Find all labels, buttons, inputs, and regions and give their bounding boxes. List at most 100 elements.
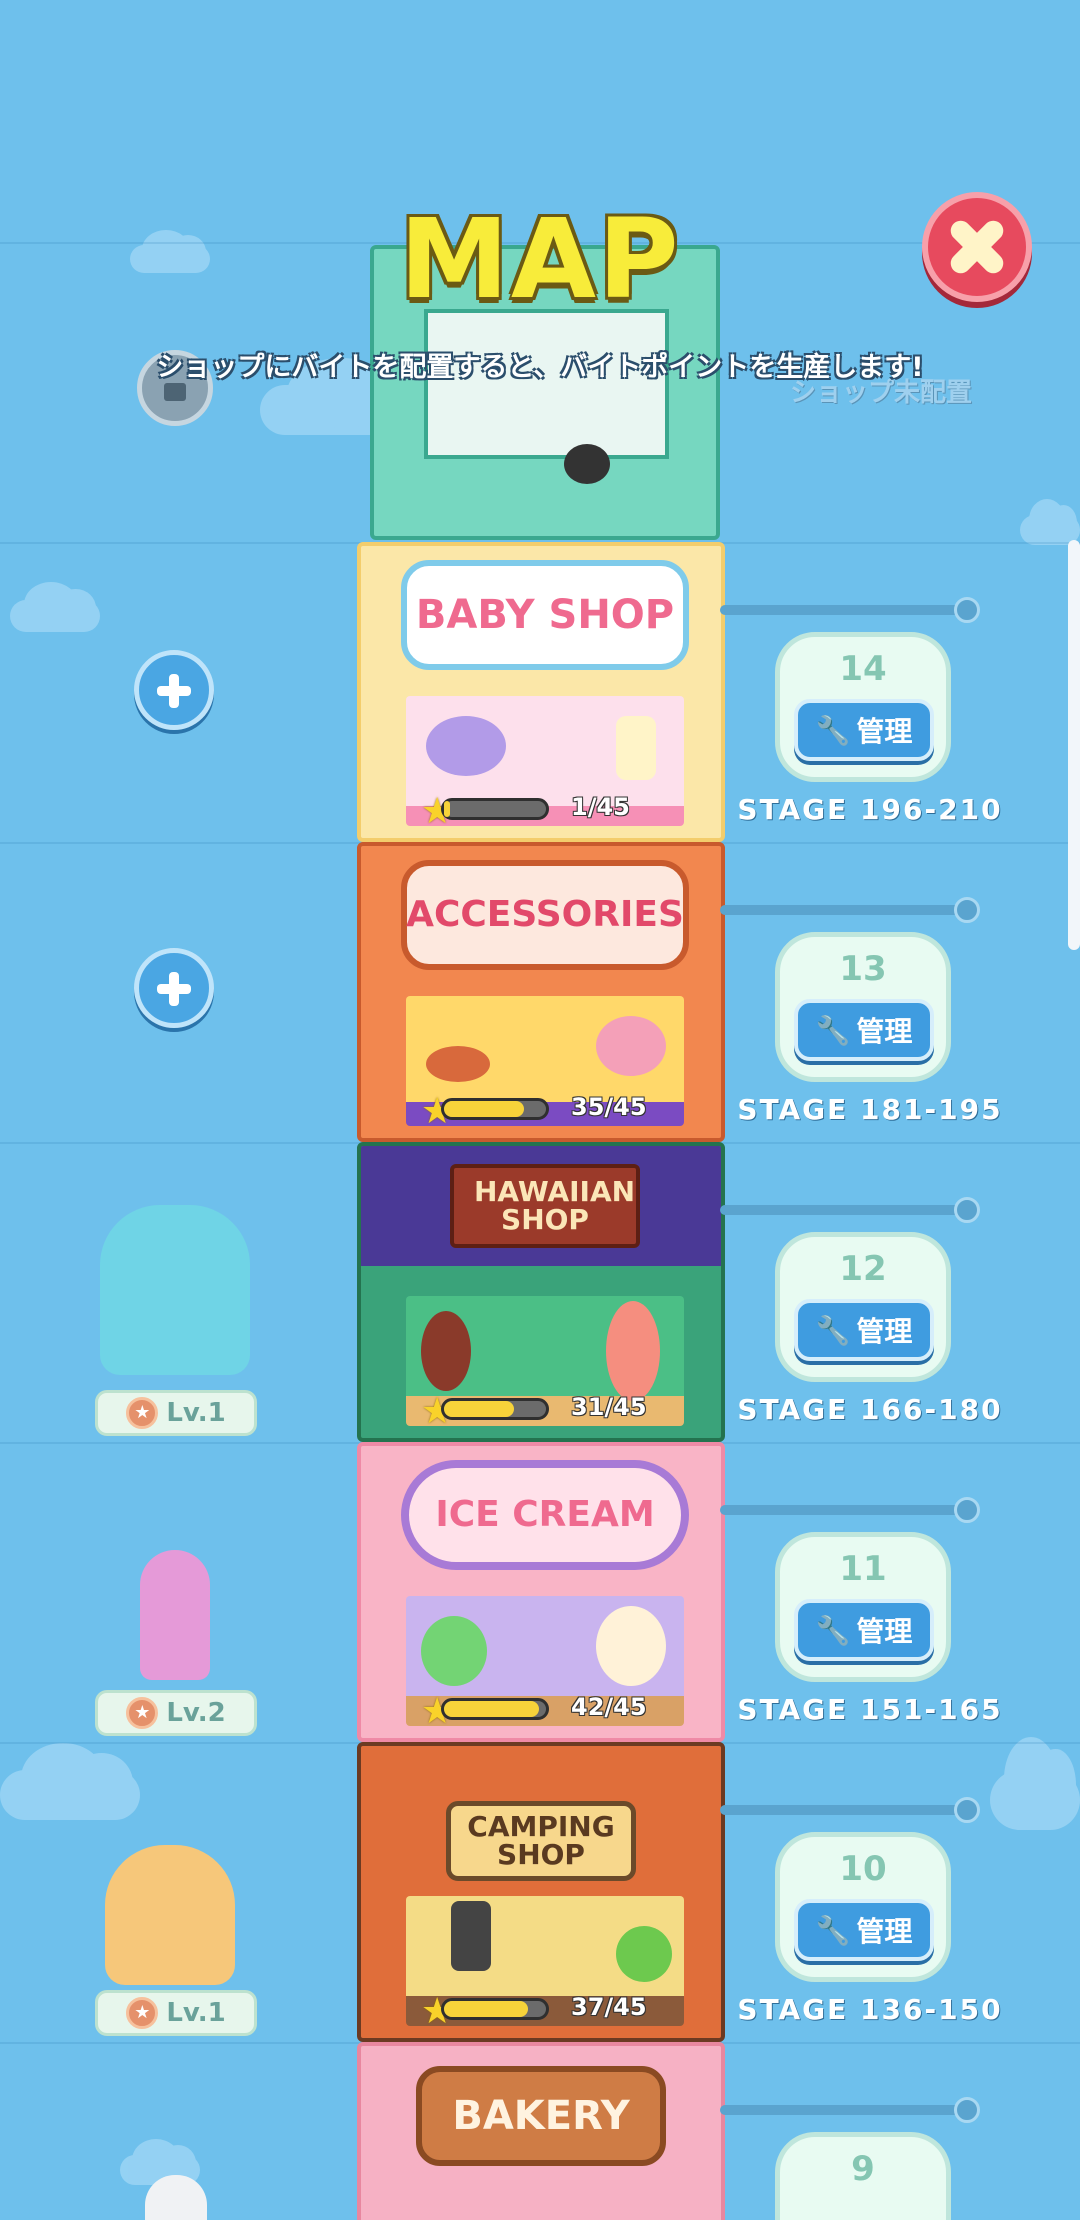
manage-sign: 11 🔧 管理 [775,1532,951,1682]
manage-button-label: 管理 [856,715,913,748]
sign-hanger-knob [954,897,980,923]
add-staff-button[interactable] [134,948,214,1028]
spider-icon [564,444,610,484]
manage-button-label: 管理 [856,1015,913,1048]
character-sulley[interactable] [100,1205,250,1375]
instruction-text: ショップにバイトを配置すると、バイトポイントを生産します! [156,352,924,383]
cloud-decoration [990,1737,1080,1830]
shop-sign: BAKERY [416,2066,666,2166]
cloud-decoration [10,582,100,632]
manage-button[interactable]: 🔧 管理 [794,699,934,761]
scrollbar[interactable] [1068,540,1080,950]
character-russell[interactable] [105,1845,235,1985]
shop-building-accessories[interactable]: ACCESSORIES ★ 35/45 [357,842,725,1142]
monster-ice-cream [421,1616,487,1686]
shop-sign-text: ACCESSORIES [406,894,684,935]
progress-bar [441,1698,549,1720]
manage-sign: 12 🔧 管理 [775,1232,951,1382]
shop-number: 11 [839,1549,887,1589]
manage-sign: 9 [775,2132,951,2220]
shop-sign-text: HAWAIIAN SHOP [450,1164,640,1248]
progress-fill [444,1701,539,1717]
progress-fill [444,1401,515,1417]
level-badge: ★ Lv.2 [95,1690,257,1736]
manage-sign: 14 🔧 管理 [775,632,951,782]
sign-hanger [720,905,970,915]
progress-fill [444,801,451,817]
shop-sign-text: CAMPING SHOP [467,1810,615,1871]
star-count: 31/45 [571,1393,647,1421]
shop-sign-text: ICE CREAM [435,1494,655,1535]
shop-building-ice-cream[interactable]: ICE CREAM ★ 42/45 [357,1442,725,1742]
stage-range: STAGE 166-180 [737,1393,1003,1426]
wrench-icon: 🔧 [815,713,851,747]
sign-hanger [720,605,970,615]
level-text: Lv.2 [166,1698,226,1728]
shop-sign: BABY SHOP [401,560,689,670]
lantern [451,1901,491,1971]
wrench-icon: 🔧 [815,1913,851,1947]
progress-bar [441,798,549,820]
sign-hanger [720,1805,970,1815]
soft-serve-cone [596,1606,666,1686]
wrench-icon: 🔧 [815,1313,851,1347]
sign-hanger-knob [954,597,980,623]
stage-range: STAGE 136-150 [737,1993,1003,2026]
cloud-decoration [0,1742,140,1820]
shop-building-baby[interactable]: BABY SHOP ★ 1/45 [357,542,725,842]
star-count: 35/45 [571,1093,647,1121]
manage-button-label: 管理 [856,1915,913,1948]
level-badge: ★ Lv.1 [95,1390,257,1436]
sign-hanger-knob [954,1197,980,1223]
sign-hanger-knob [954,1797,980,1823]
shop-sign-text: BABY SHOP [415,592,675,638]
flower-accessory [596,1016,666,1076]
sign-hanger [720,1205,970,1215]
level-icon: ★ [126,1397,159,1429]
shop-window [424,309,669,459]
shop-sign: ACCESSORIES [401,860,689,970]
manage-button-label: 管理 [856,1315,913,1348]
progress-bar [441,1398,549,1420]
level-text: Lv.1 [166,1398,226,1428]
star-count: 42/45 [571,1693,647,1721]
shop-sign: ICE CREAM [401,1460,689,1570]
stage-range: STAGE 151-165 [737,1693,1003,1726]
sign-hanger [720,1505,970,1515]
add-staff-button[interactable] [134,650,214,730]
level-text: Lv.1 [166,1998,226,2028]
rocking-horse-toy [426,716,506,776]
shop-building-camping[interactable]: CAMPING SHOP ★ 37/45 [357,1742,725,2042]
shop-number: 10 [839,1849,887,1889]
character-partial[interactable] [145,2175,207,2220]
stage-range: STAGE 181-195 [737,1093,1003,1126]
shop-number: 9 [851,2149,875,2189]
manage-sign: 13 🔧 管理 [775,932,951,1082]
manage-button[interactable]: 🔧 管理 [794,999,934,1061]
progress-fill [444,1101,524,1117]
progress-bar [441,1998,549,2020]
shop-number: 13 [839,949,887,989]
shop-sign-text: BAKERY [452,2093,630,2139]
close-button[interactable] [922,192,1032,302]
manage-button-label: 管理 [856,1615,913,1648]
manage-button[interactable]: 🔧 管理 [794,1599,934,1661]
character-celia[interactable] [140,1550,210,1680]
manage-sign: 10 🔧 管理 [775,1832,951,1982]
ukulele [421,1311,471,1391]
star-count: 1/45 [571,793,630,821]
wrench-icon: 🔧 [815,1013,851,1047]
sign-hanger-knob [954,2097,980,2123]
shop-number: 12 [839,1249,887,1289]
shop-building-bakery[interactable]: BAKERY [357,2042,725,2220]
sign-hanger [720,2105,970,2115]
monster-plush [616,1926,672,1982]
shop-sign: CAMPING SHOP [446,1801,636,1881]
sign-hanger-knob [954,1497,980,1523]
manage-button[interactable]: 🔧 管理 [794,1899,934,1961]
shop-sign: HAWAIIAN SHOP [361,1146,721,1266]
shop-number: 14 [839,649,887,689]
shop-building-hawaiian[interactable]: HAWAIIAN SHOP ★ 31/45 [357,1142,725,1442]
manage-button[interactable]: 🔧 管理 [794,1299,934,1361]
wrench-icon: 🔧 [815,1613,851,1647]
